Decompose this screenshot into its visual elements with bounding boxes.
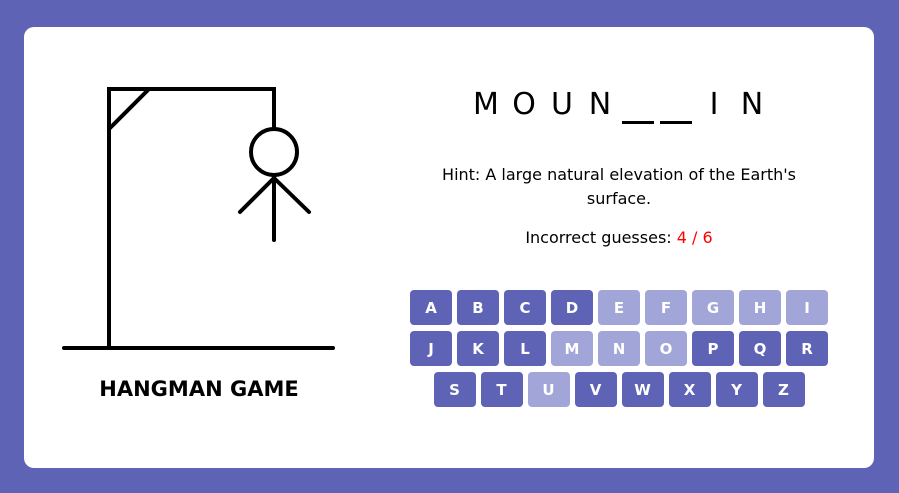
guess-count: 4 / 6 — [676, 228, 713, 247]
key-m[interactable]: M — [551, 331, 593, 366]
key-p[interactable]: P — [692, 331, 734, 366]
key-d[interactable]: D — [551, 290, 593, 325]
play-panel: MOUNIN Hint: A large natural elevation o… — [404, 27, 834, 468]
incorrect-guesses: Incorrect guesses: 4 / 6 — [404, 228, 834, 247]
keyboard: ABCDEFGHI JKLMNOPQR STUVWXYZ — [404, 290, 834, 407]
hangman-left-arm — [238, 176, 276, 214]
key-f[interactable]: F — [645, 290, 687, 325]
hint-text: Hint: A large natural elevation of the E… — [442, 165, 796, 208]
key-g[interactable]: G — [692, 290, 734, 325]
game-title: HANGMAN GAME — [99, 377, 299, 401]
word-letter: N — [740, 87, 764, 122]
key-w[interactable]: W — [621, 372, 664, 407]
key-q[interactable]: Q — [739, 331, 781, 366]
word-letter: U — [551, 87, 573, 122]
word-letter: N — [588, 87, 612, 122]
guess-label: Incorrect guesses: — [525, 228, 677, 247]
key-r[interactable]: R — [786, 331, 828, 366]
hangman-panel: HANGMAN GAME — [24, 27, 374, 468]
key-b[interactable]: B — [457, 290, 499, 325]
key-u[interactable]: U — [527, 372, 570, 407]
key-o[interactable]: O — [645, 331, 687, 366]
gallows-brace — [107, 87, 151, 131]
key-e[interactable]: E — [598, 290, 640, 325]
hangman-head — [249, 127, 299, 177]
key-k[interactable]: K — [457, 331, 499, 366]
key-y[interactable]: Y — [715, 372, 758, 407]
key-n[interactable]: N — [598, 331, 640, 366]
key-l[interactable]: L — [504, 331, 546, 366]
key-a[interactable]: A — [410, 290, 452, 325]
key-x[interactable]: X — [668, 372, 711, 407]
word-letter: M — [473, 87, 499, 122]
key-s[interactable]: S — [433, 372, 476, 407]
word-letter: O — [512, 87, 536, 122]
hangman-right-arm — [272, 176, 311, 214]
game-card: HANGMAN GAME MOUNIN Hint: A large natura… — [24, 27, 874, 468]
key-h[interactable]: H — [739, 290, 781, 325]
key-i[interactable]: I — [786, 290, 828, 325]
hangman-drawing — [62, 87, 335, 350]
word-letter — [660, 85, 692, 124]
word-letter: I — [709, 87, 719, 122]
key-c[interactable]: C — [504, 290, 546, 325]
key-t[interactable]: T — [480, 372, 523, 407]
word-display: MOUNIN — [404, 85, 834, 125]
key-v[interactable]: V — [574, 372, 617, 407]
key-z[interactable]: Z — [762, 372, 805, 407]
word-letter — [622, 85, 654, 124]
key-j[interactable]: J — [410, 331, 452, 366]
